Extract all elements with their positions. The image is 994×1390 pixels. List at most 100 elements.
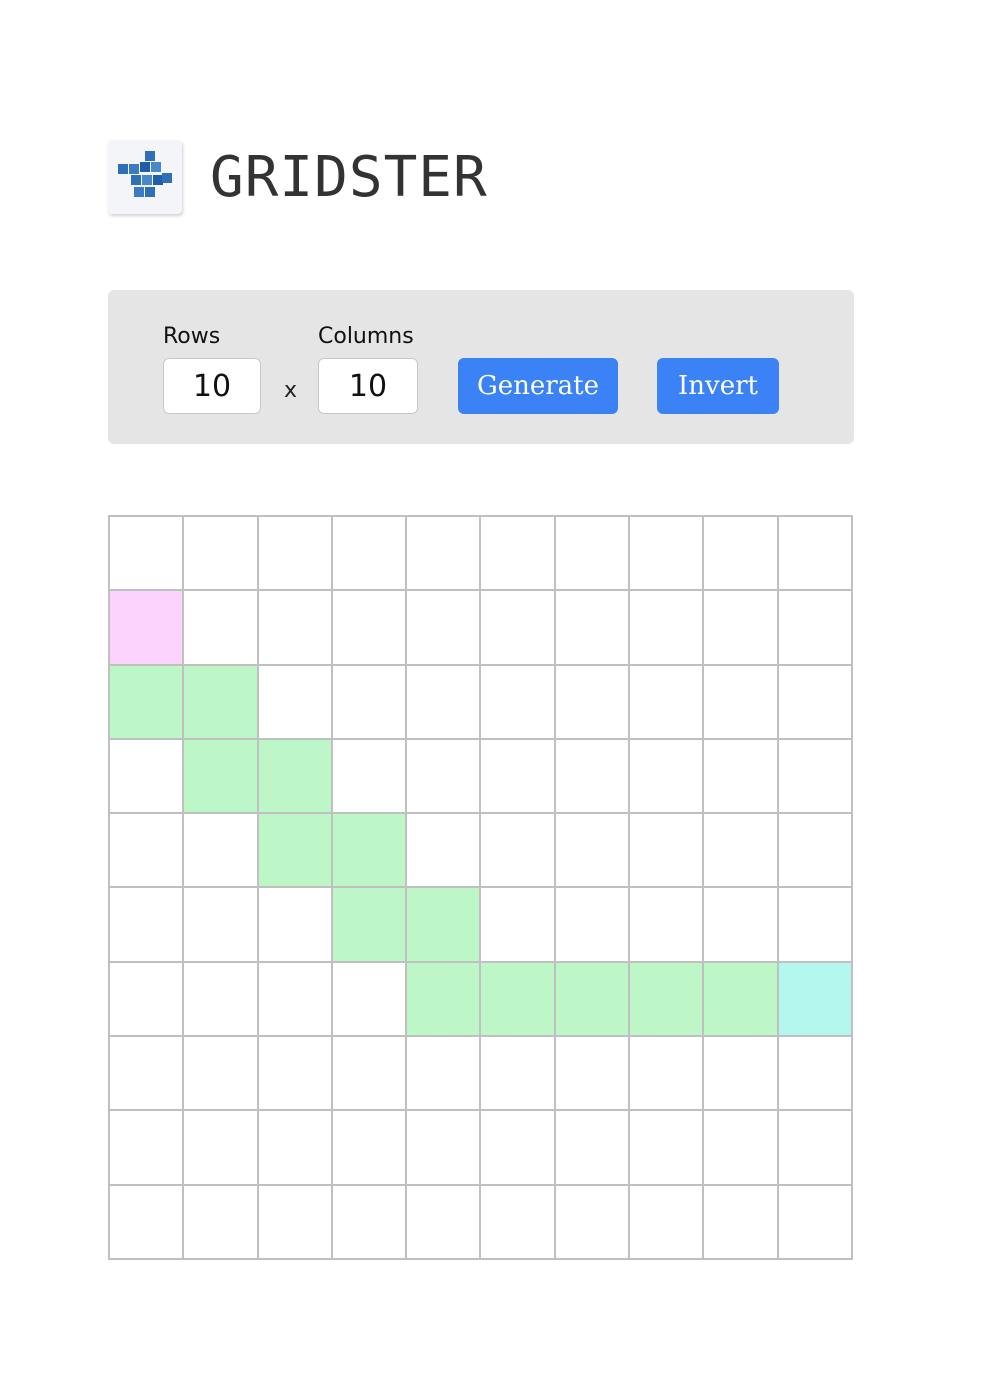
grid-cell[interactable]	[778, 1111, 853, 1186]
grid-cell-path[interactable]	[110, 665, 185, 740]
grid-cell[interactable]	[778, 814, 853, 889]
grid-cell[interactable]	[704, 665, 779, 740]
grid-cell[interactable]	[555, 1185, 631, 1260]
grid-cell[interactable]	[630, 517, 705, 592]
grid-cell[interactable]	[704, 814, 779, 889]
grid-cell-path[interactable]	[332, 888, 408, 963]
grid-cell[interactable]	[555, 739, 631, 815]
grid-cell[interactable]	[258, 665, 333, 740]
grid-cell[interactable]	[110, 1185, 185, 1260]
columns-input[interactable]	[318, 358, 418, 414]
grid-cell-path[interactable]	[258, 814, 333, 889]
grid-cell[interactable]	[481, 517, 556, 592]
grid-cell[interactable]	[778, 1185, 853, 1260]
grid-cell[interactable]	[258, 591, 333, 666]
grid-cell[interactable]	[110, 1037, 185, 1112]
grid-cell[interactable]	[555, 665, 631, 740]
grid-cell[interactable]	[704, 517, 779, 592]
grid-cell-path[interactable]	[258, 739, 333, 815]
grid-cell[interactable]	[332, 591, 408, 666]
grid-cell[interactable]	[630, 739, 705, 815]
grid-cell[interactable]	[778, 1037, 853, 1112]
grid-cell[interactable]	[481, 1037, 556, 1112]
grid-cell[interactable]	[332, 1037, 408, 1112]
grid-cell-path[interactable]	[407, 888, 482, 963]
grid-cell[interactable]	[630, 814, 705, 889]
grid-cell[interactable]	[704, 591, 779, 666]
grid-cell[interactable]	[481, 888, 556, 963]
generate-button[interactable]: Generate	[458, 358, 618, 414]
grid-cell[interactable]	[481, 739, 556, 815]
grid-cell[interactable]	[555, 1111, 631, 1186]
grid-cell[interactable]	[184, 888, 259, 963]
grid-cell[interactable]	[778, 517, 853, 592]
grid-cell[interactable]	[481, 591, 556, 666]
grid-cell[interactable]	[332, 1111, 408, 1186]
grid-cell[interactable]	[184, 814, 259, 889]
grid-cell[interactable]	[630, 665, 705, 740]
grid-cell[interactable]	[332, 739, 408, 815]
grid-cell[interactable]	[630, 1185, 705, 1260]
grid-cell[interactable]	[555, 517, 631, 592]
grid-cell[interactable]	[481, 814, 556, 889]
grid-cell[interactable]	[258, 1037, 333, 1112]
grid-cell[interactable]	[407, 665, 482, 740]
grid-cell[interactable]	[630, 1111, 705, 1186]
grid-cell-path[interactable]	[184, 739, 259, 815]
grid-cell[interactable]	[778, 591, 853, 666]
grid-cell[interactable]	[184, 1185, 259, 1260]
grid-cell[interactable]	[630, 591, 705, 666]
grid-cell[interactable]	[110, 888, 185, 963]
grid-cell[interactable]	[258, 962, 333, 1038]
grid-cell[interactable]	[110, 739, 185, 815]
grid-cell[interactable]	[258, 517, 333, 592]
grid-cell[interactable]	[630, 888, 705, 963]
grid-cell[interactable]	[332, 517, 408, 592]
grid-cell[interactable]	[110, 1111, 185, 1186]
grid-cell-end[interactable]	[778, 962, 853, 1038]
grid-cell[interactable]	[407, 739, 482, 815]
grid-cell[interactable]	[630, 1037, 705, 1112]
grid-cell[interactable]	[778, 665, 853, 740]
grid-cell[interactable]	[258, 1185, 333, 1260]
grid-cell[interactable]	[407, 1111, 482, 1186]
grid-cell[interactable]	[704, 1111, 779, 1186]
grid-cell[interactable]	[332, 1185, 408, 1260]
grid-cell[interactable]	[555, 591, 631, 666]
grid-cell[interactable]	[778, 888, 853, 963]
grid-cell[interactable]	[258, 888, 333, 963]
grid-cell[interactable]	[555, 888, 631, 963]
grid-cell[interactable]	[778, 739, 853, 815]
grid-cell-start[interactable]	[110, 591, 185, 666]
grid-cell[interactable]	[110, 962, 185, 1038]
grid-cell[interactable]	[704, 1185, 779, 1260]
grid-cell[interactable]	[555, 1037, 631, 1112]
grid-cell-path[interactable]	[481, 962, 556, 1038]
grid-cell[interactable]	[407, 1185, 482, 1260]
grid-cell-path[interactable]	[407, 962, 482, 1038]
grid-cell[interactable]	[258, 1111, 333, 1186]
grid-cell[interactable]	[184, 1037, 259, 1112]
grid-cell[interactable]	[704, 888, 779, 963]
grid-cell[interactable]	[184, 591, 259, 666]
grid-cell-path[interactable]	[704, 962, 779, 1038]
grid-cell[interactable]	[110, 814, 185, 889]
grid-cell[interactable]	[481, 1111, 556, 1186]
grid-cell[interactable]	[704, 1037, 779, 1112]
grid-cell[interactable]	[110, 517, 185, 592]
grid-cell-path[interactable]	[555, 962, 631, 1038]
grid-cell[interactable]	[481, 1185, 556, 1260]
grid-cell[interactable]	[407, 517, 482, 592]
grid-cell-path[interactable]	[332, 814, 408, 889]
grid-cell[interactable]	[184, 517, 259, 592]
grid-cell-path[interactable]	[184, 665, 259, 740]
grid-cell[interactable]	[184, 1111, 259, 1186]
grid-cell[interactable]	[332, 665, 408, 740]
grid-cell[interactable]	[184, 962, 259, 1038]
grid-cell[interactable]	[407, 814, 482, 889]
grid-cell[interactable]	[407, 1037, 482, 1112]
grid-cell-path[interactable]	[630, 962, 705, 1038]
grid-cell[interactable]	[332, 962, 408, 1038]
invert-button[interactable]: Invert	[657, 358, 779, 414]
grid-cell[interactable]	[555, 814, 631, 889]
